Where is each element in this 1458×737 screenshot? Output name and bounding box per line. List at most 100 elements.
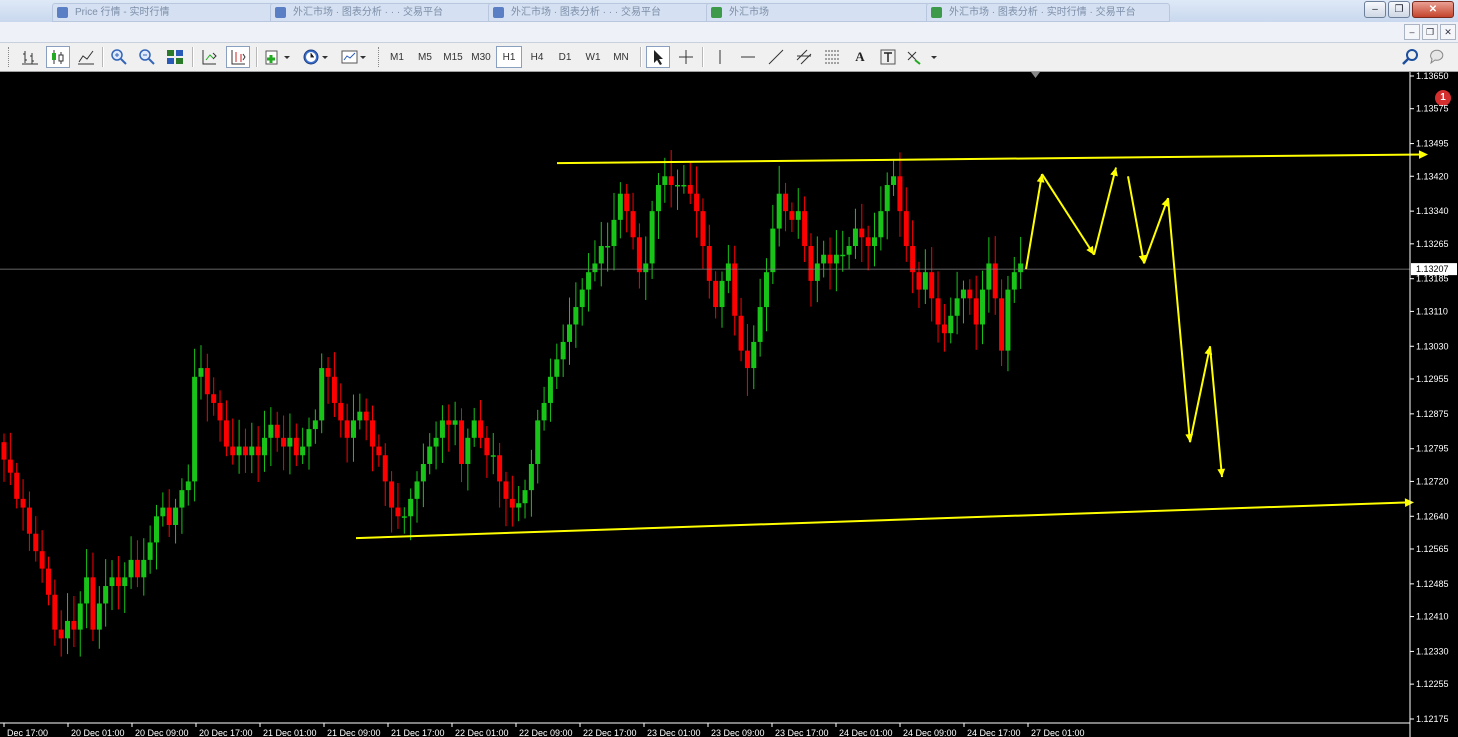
- candle-body: [173, 507, 179, 526]
- minimize-window-button[interactable]: –: [1364, 1, 1386, 18]
- candlestick-chart-button[interactable]: [46, 46, 70, 68]
- candle: [471, 407, 477, 447]
- vertical-line-tool-button[interactable]: [708, 46, 732, 68]
- mdi-restore-button[interactable]: ❐: [1422, 24, 1438, 40]
- current-price-label: 1.13207: [1416, 264, 1449, 274]
- candle-body: [541, 402, 547, 421]
- horizontal-line-tool-button[interactable]: [736, 46, 760, 68]
- templates-button[interactable]: [338, 46, 370, 68]
- candle-body: [128, 559, 134, 578]
- window-tab[interactable]: 外汇市场 · 图表分析 · 实时行情 · 交易平台: [926, 3, 1170, 22]
- toolbar-separator: [640, 47, 642, 67]
- candle-body: [687, 184, 693, 194]
- zoom-in-button[interactable]: [108, 46, 130, 68]
- candle-body: [586, 272, 592, 290]
- close-window-button[interactable]: ✕: [1412, 1, 1454, 18]
- cursor-tool-button[interactable]: [646, 46, 670, 68]
- candle: [1011, 256, 1017, 303]
- candle: [96, 586, 102, 649]
- candle-body: [770, 228, 776, 273]
- candle: [573, 282, 579, 348]
- candle: [255, 426, 261, 482]
- timeframe-w1-button[interactable]: W1: [580, 46, 606, 68]
- text-label-tool-button[interactable]: [876, 46, 900, 68]
- timeframe-mn-button[interactable]: MN: [608, 46, 634, 68]
- arrows-tool-button[interactable]: [904, 46, 940, 68]
- timeframe-m1-button[interactable]: M1: [384, 46, 410, 68]
- candle-body: [509, 498, 515, 508]
- price-chart[interactable]: 1.13650 1.13575 1.13495 1.13420 1.13340 1.132…: [0, 72, 1458, 737]
- timeframe-d1-button[interactable]: D1: [552, 46, 578, 68]
- candle: [1005, 275, 1011, 372]
- candle: [503, 471, 509, 527]
- window-tab-label: 外汇市场 · 图表分析 · · · 交易平台: [293, 7, 443, 18]
- candle: [7, 432, 13, 486]
- tile-windows-button[interactable]: [164, 46, 186, 68]
- window-tab-label: 外汇市场 · 图表分析 · · · 交易平台: [511, 7, 661, 18]
- candle-body: [624, 193, 630, 212]
- timeframe-h4-button[interactable]: H4: [524, 46, 550, 68]
- candle: [986, 237, 992, 313]
- window-tab[interactable]: 外汇市场: [706, 3, 930, 22]
- crosshair-tool-button[interactable]: [674, 46, 698, 68]
- candle: [802, 196, 808, 263]
- timeframe-m15-button[interactable]: M15: [440, 46, 466, 68]
- trendline-tool-button[interactable]: [764, 46, 788, 68]
- horizontal-line-icon: [741, 56, 755, 58]
- candle: [840, 230, 846, 272]
- candle-body: [789, 211, 795, 220]
- candle: [668, 150, 674, 208]
- equidistant-channel-tool-button[interactable]: [792, 46, 816, 68]
- candle-body: [694, 193, 700, 212]
- line-chart-button[interactable]: [74, 46, 98, 68]
- candle-body: [185, 481, 191, 491]
- window-tab[interactable]: Price 行情 - 实时行情: [52, 3, 281, 22]
- text-tool-button[interactable]: A: [848, 46, 872, 68]
- candle: [319, 353, 325, 434]
- candle: [770, 204, 776, 285]
- mdi-minimize-button[interactable]: –: [1404, 24, 1420, 40]
- price-tick-label: 1.12255: [1416, 679, 1449, 689]
- mdi-close-button[interactable]: ✕: [1440, 24, 1456, 40]
- fibonacci-tool-button[interactable]: [820, 46, 844, 68]
- periods-button[interactable]: [300, 46, 332, 68]
- candle: [65, 593, 71, 655]
- candle-body: [153, 516, 159, 543]
- support-line: [355, 501, 1411, 540]
- candle-body: [516, 503, 522, 508]
- candle-body: [954, 298, 960, 316]
- candle: [655, 173, 661, 239]
- forecast-arrow-line: [1041, 173, 1095, 256]
- search-button[interactable]: [1399, 46, 1421, 68]
- candle: [516, 486, 522, 522]
- window-tab[interactable]: 外汇市场 · 图表分析 · · · 交易平台: [270, 3, 499, 22]
- bar-chart-button[interactable]: [18, 46, 42, 68]
- candle: [389, 471, 395, 533]
- timeframe-m5-button[interactable]: M5: [412, 46, 438, 68]
- window-tab[interactable]: 外汇市场 · 图表分析 · · · 交易平台: [488, 3, 717, 22]
- candle: [783, 182, 789, 232]
- candle: [954, 271, 960, 335]
- candle-body: [872, 237, 878, 247]
- autoscroll-button[interactable]: [198, 46, 220, 68]
- restore-window-button[interactable]: ❐: [1388, 1, 1410, 18]
- timeframe-h1-button[interactable]: H1: [496, 46, 522, 68]
- notifications-button[interactable]: [1424, 46, 1450, 68]
- price-tick-label: 1.12955: [1416, 374, 1449, 384]
- candle: [992, 236, 998, 315]
- candle-body: [408, 498, 414, 517]
- candle: [636, 223, 642, 289]
- candle: [662, 157, 668, 203]
- candle: [833, 230, 839, 292]
- candle-body: [814, 263, 820, 281]
- chart-shift-button[interactable]: [226, 46, 250, 68]
- arrow-head: [1404, 498, 1414, 507]
- candle: [903, 187, 909, 262]
- zoom-out-button[interactable]: [136, 46, 158, 68]
- candle: [217, 390, 223, 442]
- app-icon: [711, 7, 722, 18]
- candle-body: [497, 455, 503, 482]
- timeframe-m30-button[interactable]: M30: [468, 46, 494, 68]
- candle-body: [122, 577, 128, 587]
- indicators-button[interactable]: [262, 46, 294, 68]
